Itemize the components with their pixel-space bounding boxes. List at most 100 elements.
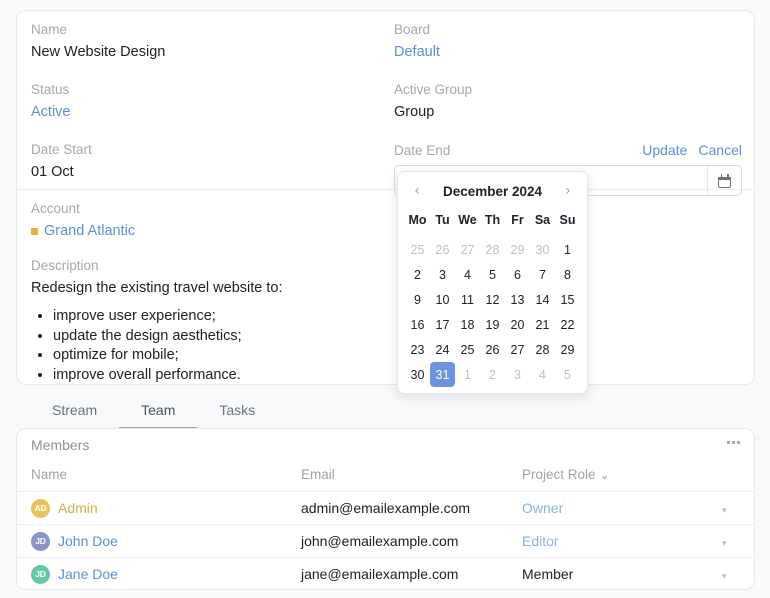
- cell-row-menu: ▾: [722, 557, 754, 589]
- field-active-group-label: Active Group: [394, 82, 473, 97]
- day-cell[interactable]: 11: [455, 287, 480, 312]
- day-cell[interactable]: 15: [555, 287, 580, 312]
- prev-month-icon[interactable]: ‹: [409, 184, 425, 198]
- members-table-head: Name Email Project Role ⌄: [17, 461, 754, 492]
- day-cell[interactable]: 30: [530, 237, 555, 262]
- day-cell[interactable]: 14: [530, 287, 555, 312]
- member-role-value[interactable]: Owner: [522, 500, 563, 516]
- day-cell[interactable]: 9: [405, 287, 430, 312]
- day-cell[interactable]: 3: [430, 262, 455, 287]
- day-cell[interactable]: 28: [530, 337, 555, 362]
- column-header-name[interactable]: Name: [17, 461, 301, 492]
- member-name-cell: AD Admin: [31, 498, 301, 518]
- day-cell[interactable]: 6: [505, 262, 530, 287]
- field-name: Name New Website Design: [31, 22, 391, 61]
- members-table: Name Email Project Role ⌄ AD Admin admin@em…: [17, 461, 754, 589]
- avatar: AD: [31, 498, 50, 518]
- weekday-label: We: [458, 212, 477, 227]
- tab-team[interactable]: Team: [119, 398, 198, 429]
- more-options-icon[interactable]: [727, 441, 740, 444]
- next-month-icon[interactable]: ›: [560, 184, 576, 198]
- page-root: Name New Website Design Status Active Da…: [0, 0, 770, 598]
- cell-row-menu: ▾: [722, 491, 754, 525]
- field-status-value[interactable]: Active: [31, 103, 391, 121]
- row-dropdown-caret-icon[interactable]: ▾: [722, 506, 727, 516]
- description-intro: Redesign the existing travel website to:: [31, 280, 283, 296]
- day-cell[interactable]: 26: [480, 337, 505, 362]
- day-cell[interactable]: 27: [505, 337, 530, 362]
- day-cell[interactable]: 3: [505, 362, 530, 387]
- day-cell[interactable]: 13: [505, 287, 530, 312]
- day-cell[interactable]: 29: [555, 337, 580, 362]
- day-cell[interactable]: 21: [530, 312, 555, 337]
- day-cell[interactable]: 2: [480, 362, 505, 387]
- project-detail-card: Name New Website Design Status Active Da…: [16, 10, 755, 385]
- day-cell[interactable]: 1: [455, 362, 480, 387]
- field-active-group-value[interactable]: Group: [394, 103, 742, 121]
- day-cell[interactable]: 27: [455, 237, 480, 262]
- day-cell[interactable]: 25: [455, 337, 480, 362]
- day-cell[interactable]: 5: [555, 362, 580, 387]
- day-cell[interactable]: 8: [555, 262, 580, 287]
- member-name-link[interactable]: Jane Doe: [58, 566, 118, 582]
- field-description: Description Redesign the existing travel…: [31, 258, 431, 385]
- member-name-link[interactable]: John Doe: [58, 533, 118, 549]
- field-account-label: Account: [31, 201, 80, 216]
- tab-tasks[interactable]: Tasks: [197, 398, 277, 429]
- cancel-button[interactable]: Cancel: [698, 142, 742, 159]
- day-cell[interactable]: 10: [430, 287, 455, 312]
- day-cell[interactable]: 25: [405, 237, 430, 262]
- table-row[interactable]: JD Jane Doe jane@emailexample.com Member ▾: [17, 557, 754, 589]
- day-cell[interactable]: 22: [555, 312, 580, 337]
- cell-role: Owner: [522, 491, 722, 525]
- cell-email: jane@emailexample.com: [301, 557, 522, 589]
- day-cell[interactable]: 17: [430, 312, 455, 337]
- day-cell[interactable]: 4: [455, 262, 480, 287]
- member-name-cell: JD John Doe: [31, 531, 301, 551]
- day-cell[interactable]: 28: [480, 237, 505, 262]
- member-name-link[interactable]: Admin: [58, 500, 98, 516]
- day-cell[interactable]: 4: [530, 362, 555, 387]
- detail-right-column: Board Default Active Group Group Date En…: [394, 22, 742, 196]
- calendar-toggle-button[interactable]: [707, 166, 741, 195]
- day-cell-selected[interactable]: 31: [430, 362, 455, 387]
- tab-stream[interactable]: Stream: [30, 398, 119, 429]
- chevron-down-icon: ⌄: [599, 468, 610, 482]
- day-cell[interactable]: 12: [480, 287, 505, 312]
- table-row[interactable]: AD Admin admin@emailexample.com Owner ▾: [17, 491, 754, 525]
- section-tabs: Stream Team Tasks: [30, 398, 277, 429]
- day-cell[interactable]: 5: [480, 262, 505, 287]
- members-header-row: Name Email Project Role ⌄: [17, 461, 754, 492]
- update-button[interactable]: Update: [642, 142, 687, 159]
- date-picker-header: ‹ December 2024 ›: [405, 180, 580, 202]
- day-cell[interactable]: 23: [405, 337, 430, 362]
- date-picker-day-grid: 25 26 27 28 29 30 1 2 3 4 5 6 7 8 9 10 11 12 13 14 15 16 17 18 1…: [405, 237, 580, 387]
- day-cell[interactable]: 19: [480, 312, 505, 337]
- column-header-email[interactable]: Email: [301, 461, 522, 492]
- avatar: JD: [31, 564, 50, 584]
- account-link[interactable]: Grand Atlantic: [44, 222, 135, 240]
- day-cell[interactable]: 1: [555, 237, 580, 262]
- field-active-group: Active Group Group: [394, 82, 742, 121]
- day-cell[interactable]: 7: [530, 262, 555, 287]
- day-cell[interactable]: 20: [505, 312, 530, 337]
- column-header-role[interactable]: Project Role ⌄: [522, 461, 722, 492]
- day-cell[interactable]: 16: [405, 312, 430, 337]
- day-cell[interactable]: 2: [405, 262, 430, 287]
- member-role-value[interactable]: Editor: [522, 533, 559, 549]
- date-end-actions: Update Cancel: [642, 142, 742, 159]
- row-dropdown-caret-icon[interactable]: ▾: [722, 572, 727, 582]
- field-date-start: Date Start 01 Oct: [31, 142, 391, 181]
- day-cell[interactable]: 24: [430, 337, 455, 362]
- day-cell[interactable]: 30: [405, 362, 430, 387]
- day-cell[interactable]: 26: [430, 237, 455, 262]
- date-picker-title[interactable]: December 2024: [443, 184, 542, 199]
- cell-email: john@emailexample.com: [301, 524, 522, 558]
- table-row[interactable]: JD John Doe john@emailexample.com Editor ▾: [17, 524, 754, 558]
- date-end-header-row: Date End Update Cancel: [394, 142, 742, 159]
- field-board-value[interactable]: Default: [394, 43, 742, 61]
- field-date-start-value[interactable]: 01 Oct: [31, 163, 391, 181]
- day-cell[interactable]: 18: [455, 312, 480, 337]
- row-dropdown-caret-icon[interactable]: ▾: [722, 539, 727, 549]
- day-cell[interactable]: 29: [505, 237, 530, 262]
